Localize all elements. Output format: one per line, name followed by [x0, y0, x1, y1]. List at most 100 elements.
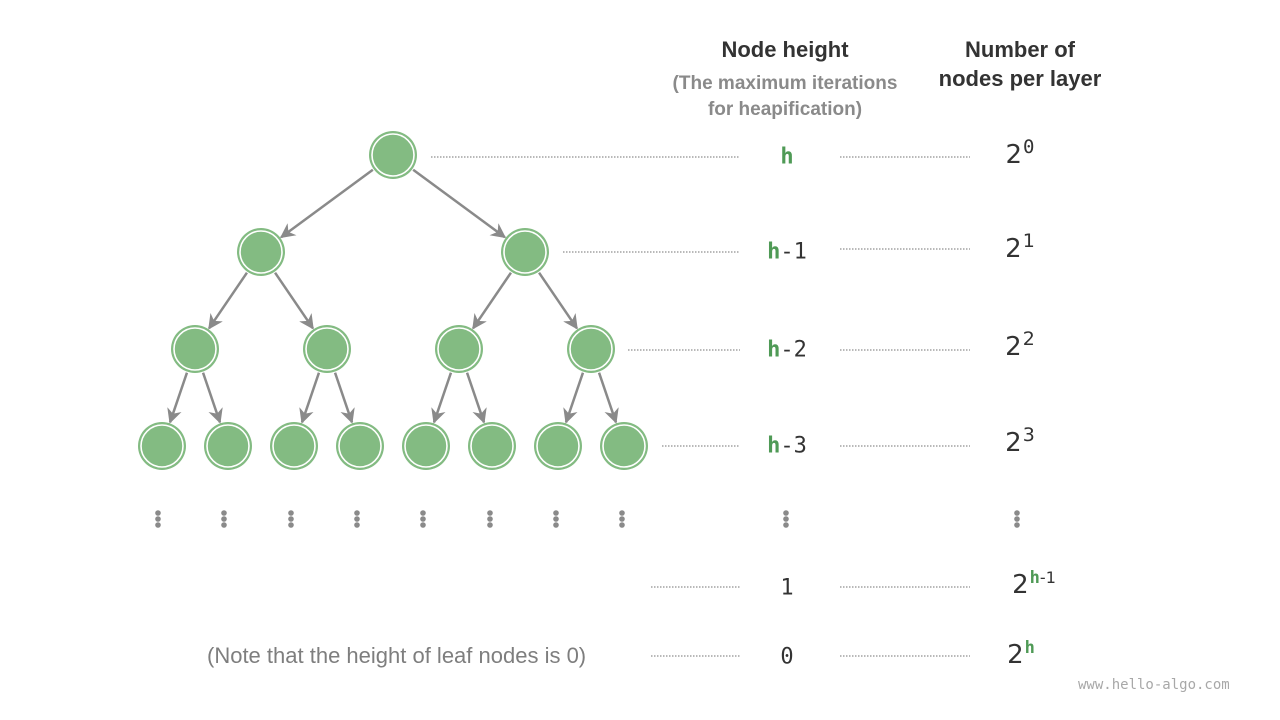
watermark: www.hello-algo.com	[1078, 677, 1230, 693]
ellipsis-dot	[155, 522, 161, 528]
count-exponent-h: h	[1029, 567, 1040, 588]
leaf-continuation-ellipsis	[420, 510, 426, 528]
node-count-row-1: 21	[1005, 230, 1035, 264]
ellipsis-dot	[420, 522, 426, 528]
count-exponent: 3	[1022, 423, 1035, 446]
tree-edge-arrow	[167, 372, 189, 424]
node-height-subtitle-line2: for heapification)	[707, 99, 863, 120]
leaf-continuation-ellipsis	[221, 510, 227, 528]
count-base: 2	[1005, 332, 1022, 363]
tree-node-circle	[437, 327, 481, 371]
height-column-ellipsis	[783, 510, 789, 528]
ellipsis-dot	[553, 510, 559, 516]
tree-edge-arrow	[299, 372, 321, 424]
tree-node	[336, 422, 384, 470]
tree-node-circle	[239, 230, 283, 274]
tree-node-circle	[206, 424, 250, 468]
ellipsis-dot	[553, 516, 559, 522]
tree-node	[204, 422, 252, 470]
heap-height-diagram: Node height (The maximum iterations for …	[0, 0, 1280, 720]
tree-edge-arrow	[333, 372, 355, 424]
height-value-row-4: 1	[780, 576, 793, 601]
height-value-row-0: h	[780, 145, 793, 170]
tree-node	[303, 325, 351, 373]
node-count-title-line2: nodes per layer	[938, 66, 1102, 91]
tree-edge-arrow	[274, 271, 314, 330]
node-count-row-0: 20	[1006, 136, 1035, 170]
tree-node-circle	[470, 424, 514, 468]
height-offset: -3	[780, 433, 807, 459]
tree-edge-arrow	[208, 271, 248, 330]
tree-node	[402, 422, 450, 470]
count-exponent: 2	[1022, 327, 1035, 350]
height-value-row-3: h-3	[767, 434, 807, 459]
ellipsis-dot	[619, 510, 625, 516]
count-base: 2	[1012, 570, 1029, 601]
tree-node	[171, 325, 219, 373]
tree-node	[501, 228, 549, 276]
tree-node-circle	[305, 327, 349, 371]
ellipsis-dot	[553, 522, 559, 528]
ellipsis-dot	[155, 516, 161, 522]
ellipsis-dot	[288, 510, 294, 516]
tree-node-circle	[503, 230, 547, 274]
ellipsis-dot	[221, 522, 227, 528]
ellipsis-dot	[354, 516, 360, 522]
tree-node-circle	[536, 424, 580, 468]
node-height-subtitle-line1: (The maximum iterations	[672, 73, 898, 94]
tree-edge-arrow	[597, 372, 619, 424]
tree-edge-arrow	[472, 271, 512, 330]
tree-node-circle	[569, 327, 613, 371]
height-offset: -1	[780, 239, 807, 265]
count-exponent-h: h	[1024, 637, 1035, 658]
tree-edge-arrow	[431, 372, 453, 424]
ellipsis-dot	[420, 516, 426, 522]
ellipsis-dot	[783, 516, 789, 522]
tree-edges	[167, 168, 619, 424]
count-base: 2	[1007, 640, 1024, 671]
height-value-row-5: 0	[780, 645, 793, 670]
tree-node	[369, 131, 417, 179]
tree-edge-arrow	[465, 372, 487, 424]
node-count-row-2: 22	[1005, 328, 1035, 362]
ellipsis-dot	[1014, 522, 1020, 528]
ellipsis-dot	[487, 516, 493, 522]
tree-node	[237, 228, 285, 276]
dotted-guide-lines	[431, 156, 970, 657]
height-offset: -2	[780, 337, 807, 363]
ellipsis-dot	[1014, 516, 1020, 522]
count-exponent: -1	[1039, 567, 1056, 587]
tree-node	[270, 422, 318, 470]
vertical-ellipsis-group	[155, 510, 1020, 528]
height-symbol: h	[767, 337, 781, 363]
ellipsis-dot	[288, 516, 294, 522]
tree-node-circle	[371, 133, 415, 177]
ellipsis-dot	[221, 510, 227, 516]
count-column-ellipsis	[1014, 510, 1020, 528]
tree-node-circle	[272, 424, 316, 468]
ellipsis-dot	[288, 522, 294, 528]
ellipsis-dot	[155, 510, 161, 516]
ellipsis-dot	[783, 510, 789, 516]
tree-node-circle	[173, 327, 217, 371]
height-symbol: h	[767, 433, 781, 459]
tree-node	[468, 422, 516, 470]
leaf-continuation-ellipsis	[619, 510, 625, 528]
tree-node-circle	[338, 424, 382, 468]
height-value-row-2: h-2	[767, 338, 807, 363]
ellipsis-dot	[420, 510, 426, 516]
node-height-subtitle: (The maximum iterations for heapificatio…	[640, 71, 930, 123]
tree-node-circle	[602, 424, 646, 468]
node-count-header: Number of nodes per layer	[910, 35, 1130, 93]
ellipsis-dot	[783, 522, 789, 528]
ellipsis-dot	[354, 510, 360, 516]
height-symbol: h	[780, 144, 794, 170]
ellipsis-dot	[619, 522, 625, 528]
count-base: 2	[1005, 428, 1022, 459]
leaf-continuation-ellipsis	[155, 510, 161, 528]
tree-nodes	[138, 131, 648, 470]
ellipsis-dot	[619, 516, 625, 522]
node-height-title: Node height	[721, 37, 849, 62]
count-base: 2	[1005, 140, 1023, 171]
node-count-row-5: 2h	[1007, 636, 1035, 670]
